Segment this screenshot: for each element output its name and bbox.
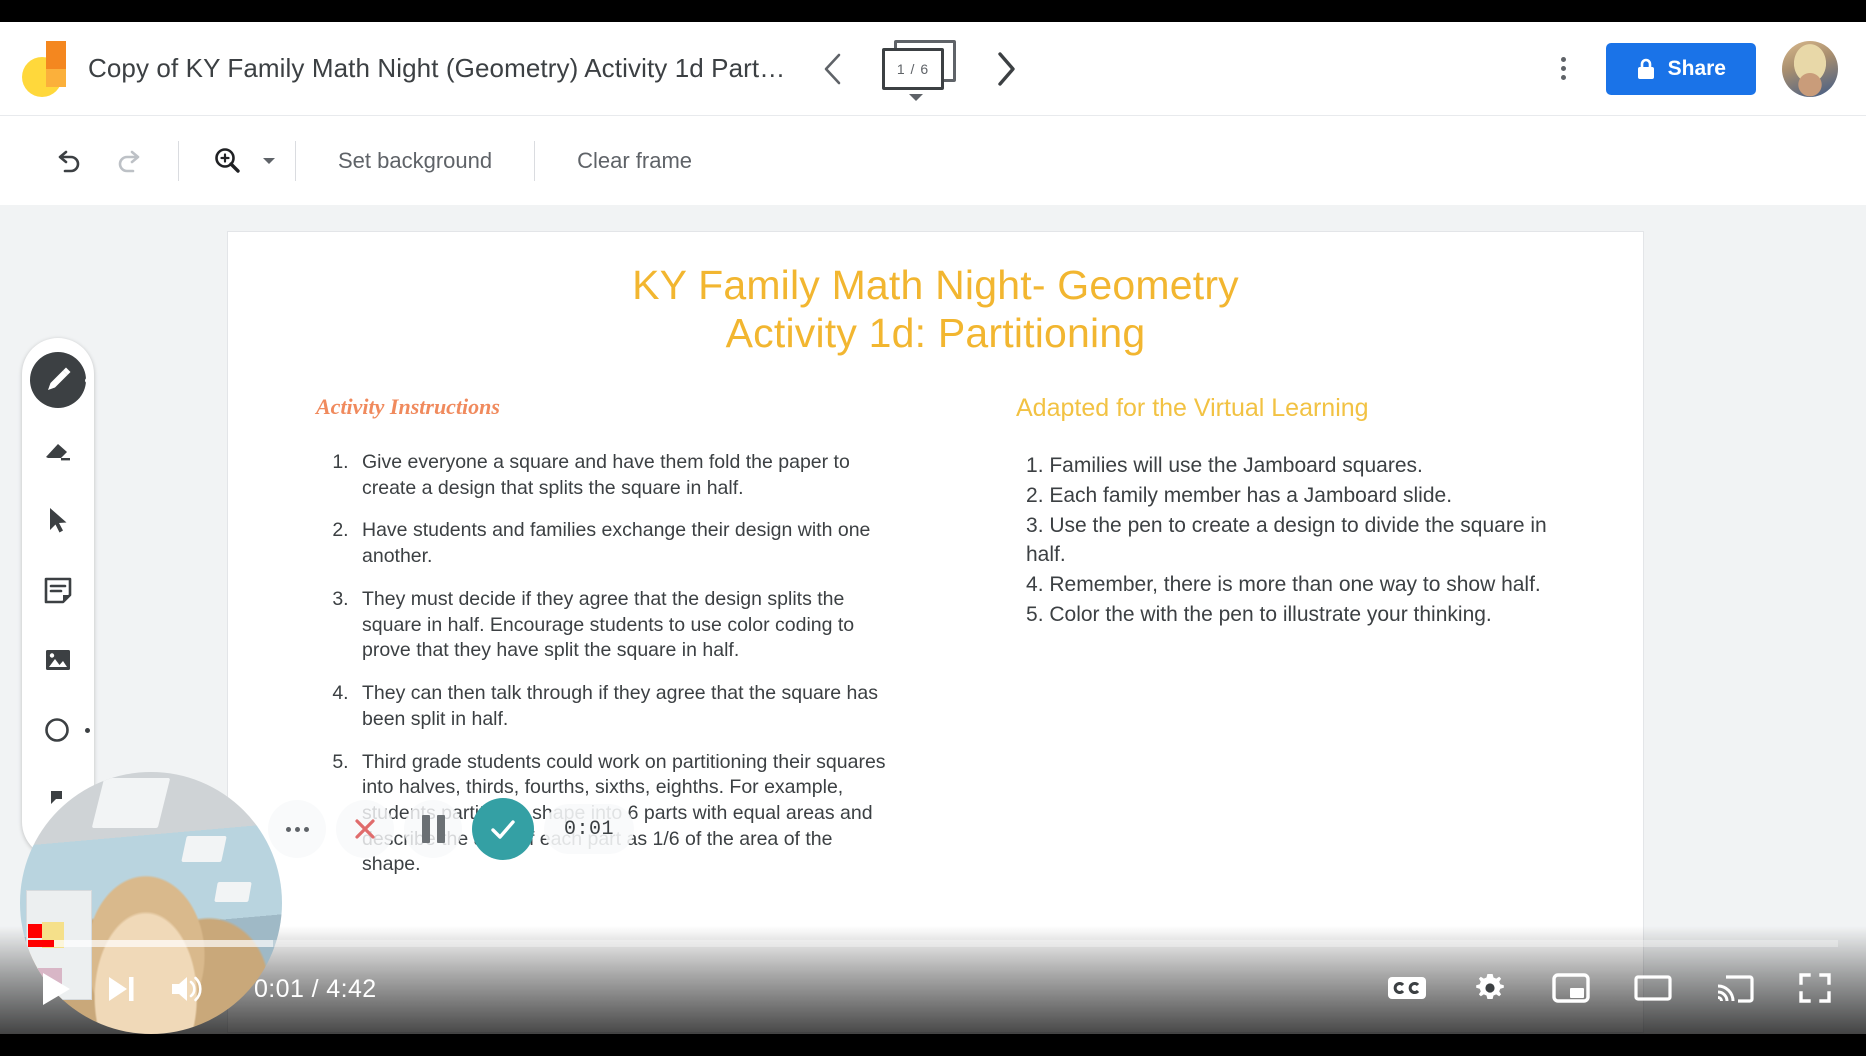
progress-played (28, 940, 54, 947)
player-controls-right (1386, 970, 1832, 1006)
letterbox-top (0, 0, 1866, 22)
progress-buffered (28, 940, 273, 947)
app-header: Copy of KY Family Math Night (Geometry) … (0, 22, 1866, 115)
header-actions: Share (1540, 40, 1866, 97)
recording-controls: 0:01 (268, 798, 635, 860)
list-item: Remember, there is more than one way to … (1049, 573, 1541, 597)
list-item: Each family member has a Jamboard slide. (1049, 483, 1453, 507)
tool-eraser[interactable] (30, 422, 86, 478)
close-x-icon (355, 819, 375, 839)
jamboard-logo[interactable] (0, 40, 88, 97)
toolbar-divider-2 (295, 140, 296, 181)
clear-frame-button[interactable]: Clear frame (555, 137, 714, 185)
recording-accept-button[interactable] (472, 798, 534, 860)
redo-button[interactable] (102, 133, 158, 189)
slide-title-line-2: Activity 1d: Partitioning (725, 309, 1146, 356)
play-button[interactable] (38, 970, 74, 1008)
sticky-note-icon (44, 577, 72, 604)
list-item: Families will use the Jamboard squares. (1049, 453, 1423, 477)
player-controls: 0:01 / 4:42 (0, 934, 1866, 1034)
kebab-menu-icon[interactable] (1540, 45, 1588, 93)
theater-mode-button[interactable] (1634, 972, 1672, 1004)
caret-down-icon[interactable] (909, 93, 923, 101)
list-item: Color the with the pen to illustrate you… (1049, 603, 1492, 626)
next-frame-button[interactable] (982, 45, 1030, 93)
tool-rail (22, 338, 94, 858)
eraser-icon (46, 444, 70, 461)
undo-button[interactable] (40, 133, 96, 189)
list-item: Have students and families exchange thei… (354, 518, 888, 569)
zoom-caret-icon[interactable] (263, 157, 275, 164)
virtual-learning-list: Families will use the Jamboard squares. … (944, 451, 1548, 630)
frame-counter-label: 1 / 6 (882, 47, 944, 90)
cursor-select-icon (50, 508, 67, 533)
gear-icon (1476, 974, 1504, 999)
recording-more-button[interactable] (268, 800, 326, 858)
virtual-learning-column: Adapted for the Virtual Learning Familie… (888, 394, 1548, 895)
letterbox-bottom (0, 1034, 1866, 1056)
virtual-learning-heading: Adapted for the Virtual Learning (1016, 393, 1369, 422)
captions-button[interactable] (1386, 973, 1428, 1003)
redo-icon (118, 150, 140, 172)
share-button[interactable]: Share (1605, 42, 1756, 95)
fullscreen-button[interactable] (1798, 972, 1832, 1004)
frame-navigation: 1 / 6 (808, 38, 1030, 101)
circle-shape-icon (45, 718, 69, 742)
slide-title: KY Family Math Night- Geometry Activity … (228, 232, 1643, 358)
tool-image[interactable] (30, 632, 86, 688)
share-label: Share (1667, 56, 1726, 80)
image-icon (46, 650, 70, 670)
player-controls-left: 0:01 / 4:42 (38, 970, 377, 1008)
activity-instructions-heading: Activity Instructions (316, 393, 500, 419)
frame-counter[interactable]: 1 / 6 (880, 38, 958, 101)
miniplayer-icon (1552, 973, 1590, 1003)
avatar[interactable] (1782, 40, 1838, 97)
zoom-button[interactable] (199, 133, 255, 189)
volume-button[interactable] (168, 972, 208, 1006)
recording-indicator (28, 924, 42, 938)
theater-mode-icon (1634, 975, 1672, 1001)
toolbar-divider-3 (534, 140, 536, 181)
recording-pause-button[interactable] (404, 800, 462, 858)
pause-icon (421, 815, 445, 843)
miniplayer-button[interactable] (1552, 972, 1590, 1004)
pen-icon (48, 367, 71, 390)
play-icon (43, 973, 70, 1005)
shape-more-dot (85, 728, 90, 733)
more-options-icon (285, 826, 309, 832)
prev-frame-button[interactable] (808, 45, 856, 93)
next-video-button[interactable] (104, 972, 138, 1006)
slide-frame[interactable]: KY Family Math Night- Geometry Activity … (228, 232, 1643, 1032)
set-background-button[interactable]: Set background (316, 137, 514, 185)
player-time-display: 0:01 / 4:42 (254, 974, 377, 1003)
cast-icon (1717, 975, 1754, 1003)
list-item: Use the pen to create a design to divide… (1026, 513, 1547, 567)
fullscreen-icon (1799, 973, 1831, 1003)
list-item: They must decide if they agree that the … (354, 587, 888, 664)
next-track-icon (109, 977, 134, 1001)
video-player-page: Copy of KY Family Math Night (Geometry) … (0, 0, 1866, 1056)
recording-cancel-button[interactable] (336, 800, 394, 858)
undo-icon (58, 150, 80, 172)
cast-button[interactable] (1716, 972, 1754, 1004)
volume-icon (172, 976, 202, 1002)
list-item: Give everyone a square and have them fol… (354, 450, 888, 501)
zoom-in-icon (215, 147, 240, 173)
tool-shape[interactable] (30, 702, 90, 758)
check-icon (491, 820, 515, 839)
tool-select[interactable] (30, 492, 86, 548)
settings-button[interactable] (1472, 970, 1508, 1006)
lock-icon (1637, 58, 1654, 79)
tool-pen[interactable] (30, 352, 90, 408)
toolbar-divider (178, 140, 179, 181)
slide-title-line-1: KY Family Math Night- Geometry (632, 262, 1239, 308)
recording-elapsed-time: 0:01 (544, 804, 635, 854)
list-item: They can then talk through if they agree… (354, 681, 888, 732)
closed-captions-icon (1388, 977, 1426, 999)
tool-sticky-note[interactable] (30, 562, 86, 618)
document-title[interactable]: Copy of KY Family Math Night (Geometry) … (88, 53, 788, 84)
progress-bar[interactable] (28, 940, 1838, 947)
edit-toolbar: Set background Clear frame (0, 115, 1866, 205)
